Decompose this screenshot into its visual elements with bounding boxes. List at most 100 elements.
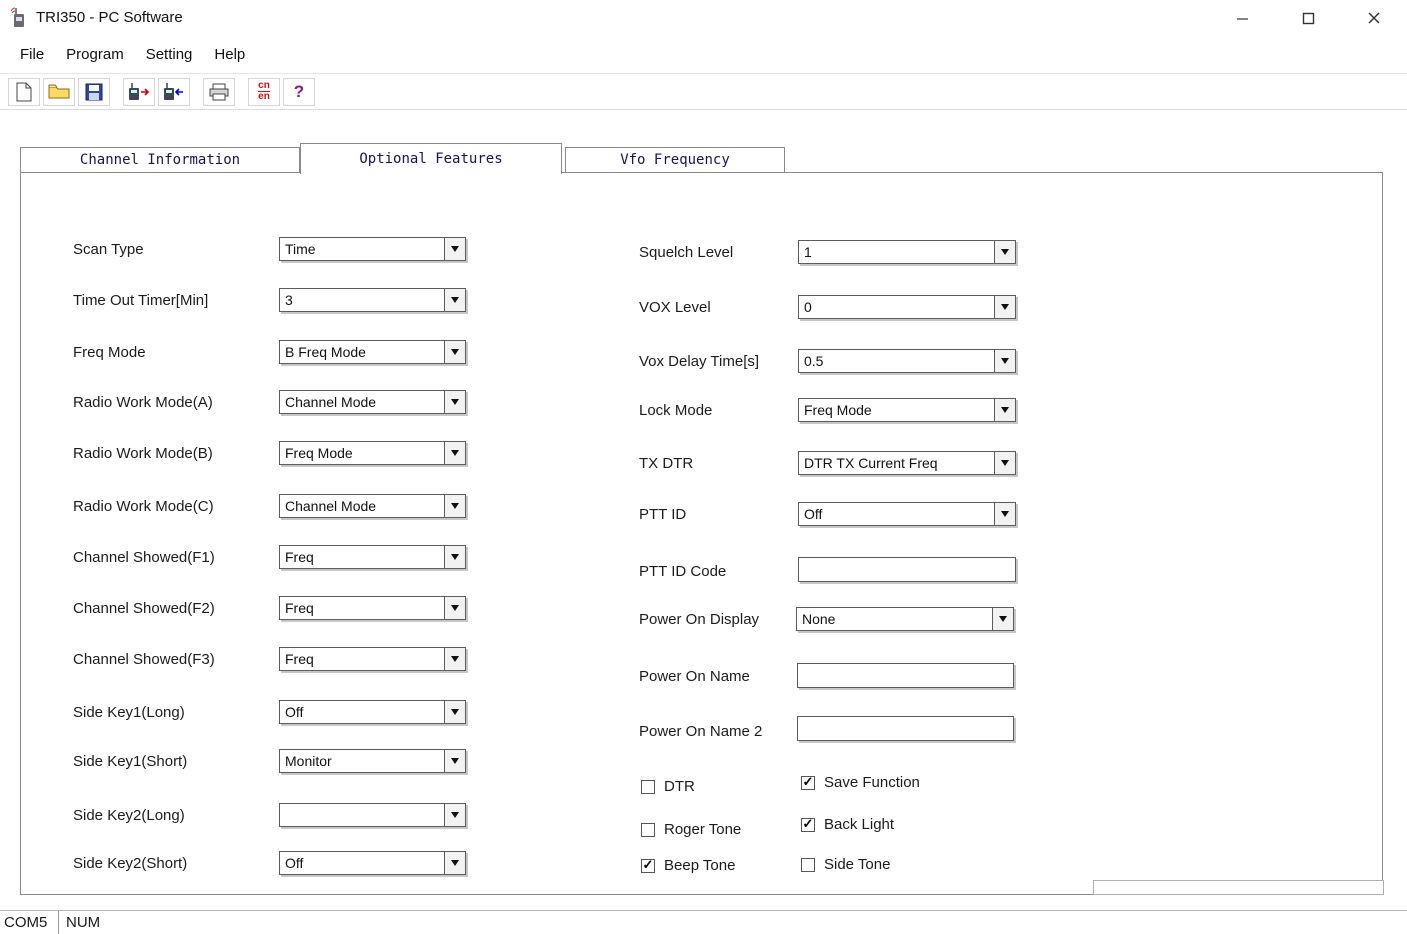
read-from-radio-button[interactable]: [123, 78, 155, 106]
help-button[interactable]: ?: [283, 78, 315, 106]
beep-tone-checkbox[interactable]: ✓: [641, 859, 655, 873]
close-icon: [1367, 11, 1381, 25]
save-floppy-icon: [85, 83, 103, 101]
time-out-timer-select[interactable]: 3: [279, 288, 466, 312]
radio-work-mode-c-label: Radio Work Mode(C): [73, 498, 214, 515]
radio-work-mode-c-value: Channel Mode: [280, 495, 444, 517]
chevron-down-icon[interactable]: [994, 452, 1015, 474]
chevron-down-icon[interactable]: [444, 804, 465, 826]
vox-delay-time-label: Vox Delay Time[s]: [639, 353, 759, 370]
freq-mode-select[interactable]: B Freq Mode: [279, 340, 466, 364]
power-on-name-2-label: Power On Name 2: [639, 723, 762, 740]
print-button[interactable]: [203, 78, 235, 106]
optional-features-panel: Scan Type Time Out Timer[Min] Freq Mode …: [20, 172, 1383, 895]
chevron-down-icon[interactable]: [444, 391, 465, 413]
help-question-icon: ?: [294, 82, 304, 102]
menu-help[interactable]: Help: [203, 40, 256, 69]
channel-showed-f1-select[interactable]: Freq: [279, 545, 466, 569]
side-key1-short-label: Side Key1(Short): [73, 753, 187, 770]
chevron-down-icon[interactable]: [994, 296, 1015, 318]
chevron-down-icon[interactable]: [994, 241, 1015, 263]
app-window: TRI350 - PC Software File Program Settin…: [0, 0, 1407, 934]
back-light-checkbox-row: ✓ Back Light: [801, 816, 894, 833]
chevron-down-icon[interactable]: [444, 341, 465, 363]
back-light-checkbox-label: Back Light: [824, 816, 894, 833]
chevron-down-icon[interactable]: [444, 750, 465, 772]
channel-showed-f3-select[interactable]: Freq: [279, 647, 466, 671]
menu-file[interactable]: File: [9, 40, 55, 69]
squelch-level-label: Squelch Level: [639, 244, 733, 261]
radio-work-mode-a-select[interactable]: Channel Mode: [279, 390, 466, 414]
tab-channel-information[interactable]: Channel Information: [20, 147, 300, 172]
side-key2-long-select[interactable]: [279, 803, 466, 827]
chevron-down-icon[interactable]: [444, 495, 465, 517]
radio-work-mode-a-value: Channel Mode: [280, 391, 444, 413]
chevron-down-icon[interactable]: [444, 442, 465, 464]
chevron-down-icon[interactable]: [444, 546, 465, 568]
chevron-down-icon[interactable]: [992, 608, 1013, 630]
side-tone-checkbox[interactable]: ✓: [801, 858, 815, 872]
tab-optional-features[interactable]: Optional Features: [300, 143, 562, 174]
power-on-display-label: Power On Display: [639, 611, 759, 628]
language-toggle-button[interactable]: cnen: [248, 78, 280, 106]
save-file-button[interactable]: [78, 78, 110, 106]
chevron-down-icon[interactable]: [444, 238, 465, 260]
dtr-checkbox[interactable]: ✓: [641, 780, 655, 794]
radio-work-mode-b-select[interactable]: Freq Mode: [279, 441, 466, 465]
power-on-display-select[interactable]: None: [796, 607, 1014, 631]
scan-type-value: Time: [280, 238, 444, 260]
power-on-name-input[interactable]: [797, 663, 1014, 688]
vox-level-select[interactable]: 0: [798, 295, 1016, 319]
menu-program[interactable]: Program: [55, 40, 135, 69]
power-on-name-2-input[interactable]: [797, 716, 1014, 741]
tab-vfo-frequency[interactable]: Vfo Frequency: [565, 147, 785, 172]
tx-dtr-select[interactable]: DTR TX Current Freq: [798, 451, 1016, 475]
channel-showed-f2-label: Channel Showed(F2): [73, 600, 215, 617]
close-button[interactable]: [1341, 0, 1407, 36]
freq-mode-label: Freq Mode: [73, 344, 146, 361]
menu-setting[interactable]: Setting: [135, 40, 204, 69]
chevron-down-icon[interactable]: [994, 350, 1015, 372]
chevron-down-icon[interactable]: [994, 503, 1015, 525]
roger-tone-checkbox[interactable]: ✓: [641, 823, 655, 837]
vox-delay-time-value: 0.5: [799, 350, 994, 372]
chevron-down-icon[interactable]: [444, 648, 465, 670]
side-key2-long-value: [280, 804, 444, 826]
save-function-checkbox-label: Save Function: [824, 774, 920, 791]
radio-work-mode-b-value: Freq Mode: [280, 442, 444, 464]
squelch-level-select[interactable]: 1: [798, 240, 1016, 264]
menu-bar: File Program Setting Help: [0, 36, 1407, 73]
side-key1-short-select[interactable]: Monitor: [279, 749, 466, 773]
side-key1-short-value: Monitor: [280, 750, 444, 772]
tx-dtr-label: TX DTR: [639, 455, 693, 472]
new-file-button[interactable]: [8, 78, 40, 106]
ptt-id-select[interactable]: Off: [798, 502, 1016, 526]
vox-level-value: 0: [799, 296, 994, 318]
chevron-down-icon[interactable]: [444, 597, 465, 619]
ptt-id-code-input[interactable]: [798, 557, 1016, 582]
chevron-down-icon[interactable]: [994, 399, 1015, 421]
tx-dtr-value: DTR TX Current Freq: [799, 452, 994, 474]
new-file-icon: [15, 82, 33, 102]
radio-work-mode-c-select[interactable]: Channel Mode: [279, 494, 466, 518]
side-key1-long-select[interactable]: Off: [279, 700, 466, 724]
write-to-radio-icon: [162, 82, 186, 101]
side-tone-checkbox-label: Side Tone: [824, 856, 890, 873]
roger-tone-checkbox-row: ✓ Roger Tone: [641, 821, 741, 838]
chevron-down-icon[interactable]: [444, 852, 465, 874]
write-to-radio-button[interactable]: [158, 78, 190, 106]
scan-type-select[interactable]: Time: [279, 237, 466, 261]
back-light-checkbox[interactable]: ✓: [801, 818, 815, 832]
chevron-down-icon[interactable]: [444, 701, 465, 723]
minimize-button[interactable]: [1209, 0, 1275, 36]
radio-work-mode-b-label: Radio Work Mode(B): [73, 445, 213, 462]
lock-mode-select[interactable]: Freq Mode: [798, 398, 1016, 422]
open-file-button[interactable]: [43, 78, 75, 106]
maximize-button[interactable]: [1275, 0, 1341, 36]
side-key2-short-select[interactable]: Off: [279, 851, 466, 875]
channel-showed-f2-select[interactable]: Freq: [279, 596, 466, 620]
chevron-down-icon[interactable]: [444, 289, 465, 311]
power-on-display-value: None: [797, 608, 992, 630]
save-function-checkbox[interactable]: ✓: [801, 776, 815, 790]
vox-delay-time-select[interactable]: 0.5: [798, 349, 1016, 373]
